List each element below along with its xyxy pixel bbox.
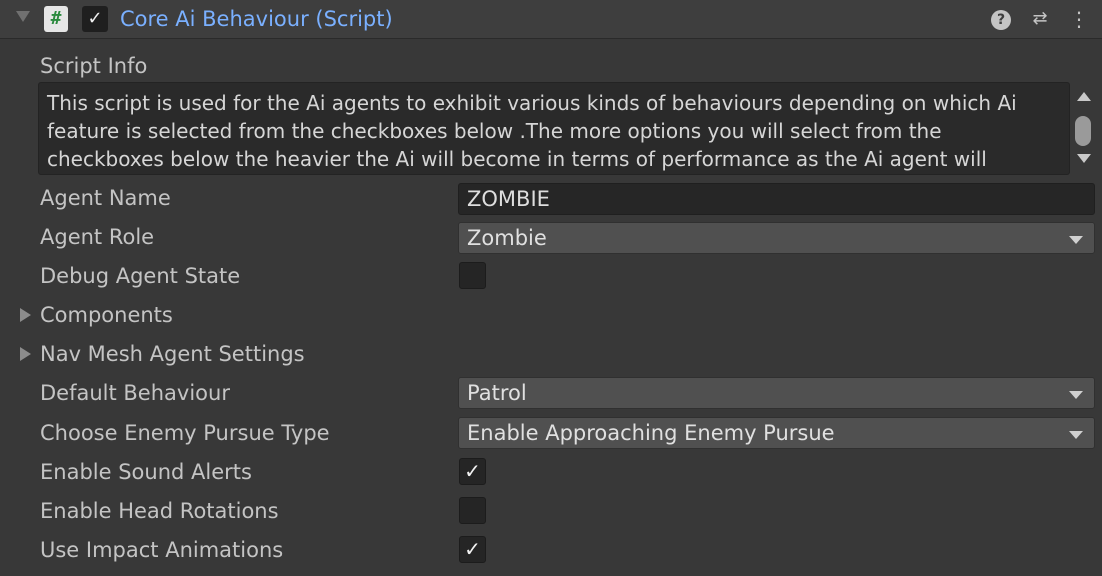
chevron-down-icon bbox=[1069, 431, 1083, 439]
agent-role-dropdown[interactable]: Zombie bbox=[458, 222, 1095, 254]
help-icon[interactable]: ? bbox=[988, 6, 1014, 32]
default-behaviour-label: Default Behaviour bbox=[40, 381, 230, 405]
collapse-arrow-icon[interactable] bbox=[16, 11, 30, 22]
enable-sound-alerts-checkbox[interactable]: ✓ bbox=[459, 458, 486, 485]
agent-role-label: Agent Role bbox=[40, 225, 155, 249]
agent-role-value: Zombie bbox=[467, 226, 547, 250]
nav-mesh-foldout-icon[interactable] bbox=[20, 347, 31, 361]
component-header[interactable]: # ✓ Core Ai Behaviour (Script) ? ⇄ ⋮ bbox=[0, 0, 1102, 39]
component-enabled-checkbox[interactable]: ✓ bbox=[82, 6, 108, 32]
scroll-up-icon[interactable] bbox=[1077, 92, 1091, 101]
nav-mesh-agent-settings-foldout[interactable]: Nav Mesh Agent Settings bbox=[40, 340, 305, 368]
enable-head-rotations-checkbox[interactable] bbox=[459, 497, 486, 524]
scroll-thumb[interactable] bbox=[1075, 116, 1091, 146]
chevron-down-icon bbox=[1069, 236, 1083, 244]
script-info-scrollbar[interactable] bbox=[1074, 88, 1094, 172]
use-impact-animations-checkbox[interactable]: ✓ bbox=[459, 536, 486, 563]
enemy-pursue-type-value: Enable Approaching Enemy Pursue bbox=[467, 421, 835, 445]
enemy-pursue-type-label: Choose Enemy Pursue Type bbox=[40, 421, 330, 445]
debug-agent-state-checkbox[interactable] bbox=[459, 262, 486, 289]
use-impact-animations-label: Use Impact Animations bbox=[40, 538, 284, 562]
enemy-pursue-type-dropdown[interactable]: Enable Approaching Enemy Pursue bbox=[458, 417, 1095, 449]
component-title: Core Ai Behaviour (Script) bbox=[120, 7, 393, 31]
components-foldout[interactable]: Components bbox=[40, 301, 173, 329]
script-icon: # bbox=[44, 6, 68, 32]
context-menu-icon[interactable]: ⋮ bbox=[1066, 6, 1092, 32]
components-foldout-icon[interactable] bbox=[20, 308, 31, 322]
default-behaviour-value: Patrol bbox=[467, 381, 527, 405]
debug-agent-state-label: Debug Agent State bbox=[40, 264, 241, 288]
script-info-label: Script Info bbox=[40, 54, 148, 78]
default-behaviour-dropdown[interactable]: Patrol bbox=[458, 377, 1095, 409]
preset-icon[interactable]: ⇄ bbox=[1027, 6, 1053, 32]
scroll-down-icon[interactable] bbox=[1077, 154, 1091, 163]
enable-sound-alerts-label: Enable Sound Alerts bbox=[40, 460, 252, 484]
agent-name-label: Agent Name bbox=[40, 186, 171, 210]
script-info-textarea[interactable]: This script is used for the Ai agents to… bbox=[38, 82, 1070, 175]
agent-name-field[interactable]: ZOMBIE bbox=[458, 183, 1095, 215]
chevron-down-icon bbox=[1069, 391, 1083, 399]
enable-head-rotations-label: Enable Head Rotations bbox=[40, 499, 279, 523]
